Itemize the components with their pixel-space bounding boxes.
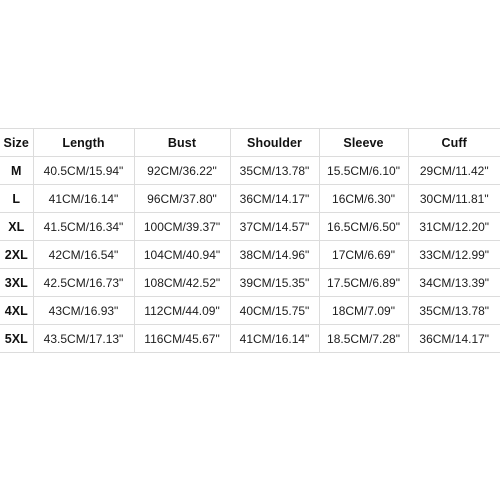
cell-shoulder: 35CM/13.78" [230,156,320,185]
cell-sleeve: 18CM/7.09" [319,296,409,325]
cell-size: XL [0,212,34,241]
cell-length: 42CM/16.54" [33,240,135,269]
cell-bust: 104CM/40.94" [134,240,231,269]
cell-shoulder: 41CM/16.14" [230,324,320,353]
column-header-size: Size [0,128,34,157]
cell-size: L [0,184,34,213]
cell-shoulder: 38CM/14.96" [230,240,320,269]
cell-shoulder: 40CM/15.75" [230,296,320,325]
size-chart-container: Size Length Bust Shoulder Sleeve Cuff M … [0,128,500,353]
column-header-bust: Bust [134,128,231,157]
column-header-sleeve: Sleeve [319,128,409,157]
cell-sleeve: 16.5CM/6.50" [319,212,409,241]
table-row: 2XL 42CM/16.54" 104CM/40.94" 38CM/14.96"… [0,240,500,269]
cell-size: 2XL [0,240,34,269]
cell-sleeve: 17CM/6.69" [319,240,409,269]
column-header-cuff: Cuff [408,128,500,157]
cell-cuff: 36CM/14.17" [408,324,500,353]
table-row: M 40.5CM/15.94" 92CM/36.22" 35CM/13.78" … [0,156,500,185]
cell-cuff: 35CM/13.78" [408,296,500,325]
cell-sleeve: 16CM/6.30" [319,184,409,213]
table-row: L 41CM/16.14" 96CM/37.80" 36CM/14.17" 16… [0,184,500,213]
cell-length: 41CM/16.14" [33,184,135,213]
cell-size: M [0,156,34,185]
cell-bust: 112CM/44.09" [134,296,231,325]
cell-length: 42.5CM/16.73" [33,268,135,297]
cell-bust: 108CM/42.52" [134,268,231,297]
cell-shoulder: 39CM/15.35" [230,268,320,297]
cell-length: 43.5CM/17.13" [33,324,135,353]
cell-size: 5XL [0,324,34,353]
cell-cuff: 33CM/12.99" [408,240,500,269]
table-row: 5XL 43.5CM/17.13" 116CM/45.67" 41CM/16.1… [0,324,500,353]
cell-length: 43CM/16.93" [33,296,135,325]
cell-sleeve: 18.5CM/7.28" [319,324,409,353]
size-chart-body: M 40.5CM/15.94" 92CM/36.22" 35CM/13.78" … [0,156,500,353]
size-chart-header: Size Length Bust Shoulder Sleeve Cuff [0,128,500,157]
cell-cuff: 30CM/11.81" [408,184,500,213]
cell-sleeve: 17.5CM/6.89" [319,268,409,297]
cell-length: 40.5CM/15.94" [33,156,135,185]
table-row: 3XL 42.5CM/16.73" 108CM/42.52" 39CM/15.3… [0,268,500,297]
table-header-row: Size Length Bust Shoulder Sleeve Cuff [0,128,500,157]
cell-size: 4XL [0,296,34,325]
cell-size: 3XL [0,268,34,297]
column-header-shoulder: Shoulder [230,128,320,157]
cell-shoulder: 37CM/14.57" [230,212,320,241]
cell-shoulder: 36CM/14.17" [230,184,320,213]
size-chart-table: Size Length Bust Shoulder Sleeve Cuff M … [0,128,500,353]
cell-cuff: 34CM/13.39" [408,268,500,297]
column-header-length: Length [33,128,135,157]
cell-sleeve: 15.5CM/6.10" [319,156,409,185]
cell-cuff: 31CM/12.20" [408,212,500,241]
cell-bust: 116CM/45.67" [134,324,231,353]
cell-cuff: 29CM/11.42" [408,156,500,185]
cell-bust: 92CM/36.22" [134,156,231,185]
cell-bust: 100CM/39.37" [134,212,231,241]
cell-length: 41.5CM/16.34" [33,212,135,241]
table-row: XL 41.5CM/16.34" 100CM/39.37" 37CM/14.57… [0,212,500,241]
table-row: 4XL 43CM/16.93" 112CM/44.09" 40CM/15.75"… [0,296,500,325]
cell-bust: 96CM/37.80" [134,184,231,213]
